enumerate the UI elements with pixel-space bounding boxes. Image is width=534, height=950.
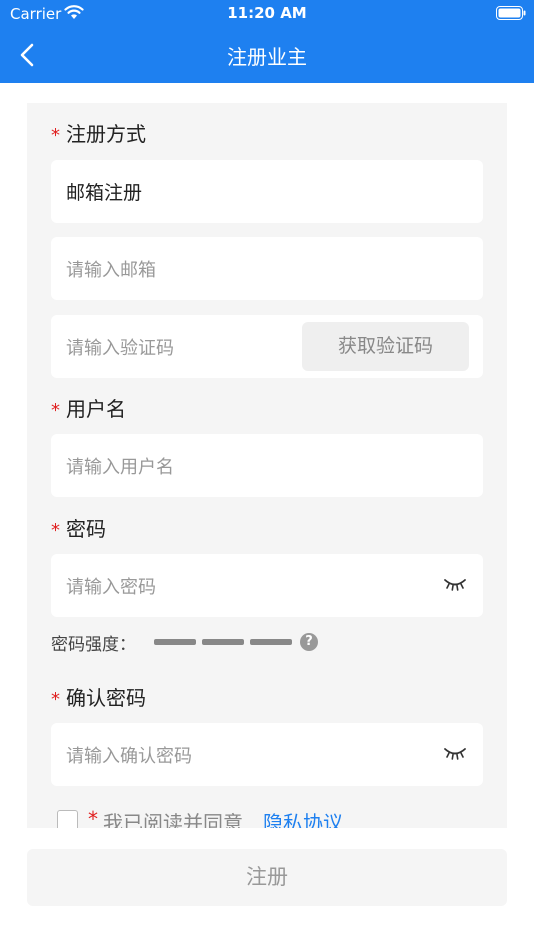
get-code-button[interactable]: 获取验证码 — [302, 322, 469, 371]
email-placeholder: 请输入邮箱 — [66, 260, 156, 281]
register-method-value: 邮箱注册 — [66, 182, 143, 204]
register-method-select[interactable]: 邮箱注册 — [51, 160, 483, 223]
confirm-password-placeholder: 请输入确认密码 — [66, 746, 192, 767]
required-mark: * — [51, 689, 60, 710]
password-placeholder: 请输入密码 — [66, 577, 156, 598]
eye-closed-icon[interactable] — [443, 576, 467, 592]
username-placeholder: 请输入用户名 — [66, 457, 174, 478]
required-mark: * — [88, 807, 98, 828]
agreement-checkbox[interactable] — [57, 810, 78, 828]
required-mark: * — [51, 125, 60, 146]
privacy-policy-link[interactable]: 隐私协议 — [263, 807, 343, 828]
eye-closed-icon[interactable] — [443, 745, 467, 761]
required-mark: * — [51, 520, 60, 541]
strength-bar — [154, 639, 196, 645]
page-title: 注册业主 — [227, 45, 307, 69]
required-mark: * — [51, 400, 60, 421]
registration-form: * 注册方式 邮箱注册 请输入邮箱 请输入验证码 获取验证码 * 用户名 请输入用户… — [27, 103, 507, 828]
password-field[interactable]: 请输入密码 — [51, 554, 483, 617]
username-label: * 用户名 — [51, 397, 126, 421]
email-field[interactable]: 请输入邮箱 — [51, 237, 483, 300]
status-time: 11:20 AM — [227, 4, 307, 22]
confirm-password-label: * 确认密码 — [51, 686, 146, 710]
status-bar: Carrier 11:20 AM — [0, 0, 534, 28]
username-field[interactable]: 请输入用户名 — [51, 434, 483, 497]
register-method-label: * 注册方式 — [51, 122, 146, 146]
help-icon[interactable]: ? — [300, 633, 318, 651]
password-label: * 密码 — [51, 517, 106, 541]
verification-code-field[interactable]: 请输入验证码 获取验证码 — [51, 315, 483, 378]
register-button[interactable]: 注册 — [27, 849, 507, 906]
confirm-password-field[interactable]: 请输入确认密码 — [51, 723, 483, 786]
top-navigation-bar: Carrier 11:20 AM 注册业主 — [0, 0, 534, 83]
password-strength-label: 密码强度： — [51, 635, 136, 655]
agreement-text: 我已阅读并同意 — [103, 811, 243, 828]
strength-bar — [202, 639, 244, 645]
battery-icon — [496, 6, 526, 20]
strength-bar — [250, 639, 292, 645]
verification-code-placeholder: 请输入验证码 — [66, 338, 174, 359]
